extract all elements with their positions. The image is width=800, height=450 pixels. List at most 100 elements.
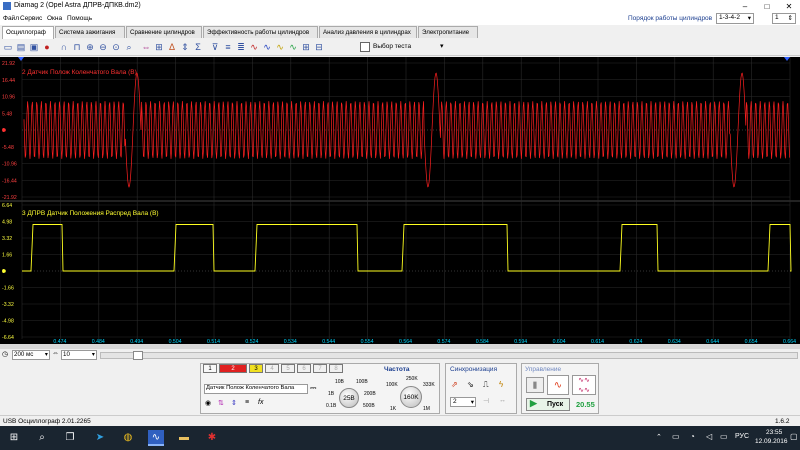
chart-icon[interactable]: ⫼ (526, 377, 544, 393)
folder-icon[interactable]: ▬ (176, 430, 192, 446)
close-button[interactable]: ✕ (778, 0, 800, 13)
filter-icon[interactable]: ⊽ (209, 41, 221, 53)
eye-icon[interactable]: ◉ (205, 399, 211, 407)
channel-remove-icon[interactable]: ≣ (235, 41, 247, 53)
wave-blue-icon[interactable]: ∿ (261, 41, 273, 53)
tab-power[interactable]: Электропитание (418, 26, 478, 38)
measure-icon[interactable]: ⊞ (153, 41, 165, 53)
chevron-down-icon[interactable]: ▾ (440, 42, 444, 50)
sync-channel-select[interactable]: 2 ▾ (450, 397, 476, 407)
network-icon[interactable]: ▭ (672, 432, 680, 441)
marker-icon[interactable]: ⇕ (179, 41, 191, 53)
sensor-select[interactable]: Датчик Полож Коленчатого Вала (204, 384, 308, 394)
freq-knob[interactable]: 160K (400, 386, 422, 408)
channel-button-5[interactable]: 5 (281, 364, 295, 373)
zoom-in-icon[interactable]: ⊕ (84, 41, 96, 53)
menu-help[interactable]: Помощь (67, 15, 92, 22)
channel-button-3[interactable]: 3 (249, 364, 263, 373)
tab-oscilloscope[interactable]: Осциллограф (2, 26, 54, 39)
cylinder-order-value: 1-3-4-2 (719, 14, 740, 21)
wave-green-icon[interactable]: ∿ (287, 41, 299, 53)
scroll-thumb[interactable] (133, 351, 143, 360)
menu-service[interactable]: Сервис (20, 15, 42, 22)
tab-cylinder-compare[interactable]: Сравнение цилиндров (126, 26, 202, 38)
clock-date[interactable]: 12.09.2016 (755, 438, 788, 445)
channel-button-8[interactable]: 8 (329, 364, 343, 373)
multi-wave-icon[interactable]: ∿∿ ∿∿ (572, 375, 596, 395)
test-list-icon (360, 42, 370, 52)
channel-button-6[interactable]: 6 (297, 364, 311, 373)
sigma-icon[interactable]: Σ (192, 41, 204, 53)
probe-icon[interactable]: ⎓ (310, 383, 316, 393)
invert-icon[interactable]: ⇅ (218, 399, 224, 407)
headphones-icon[interactable]: ∩ (58, 41, 70, 53)
notifications-icon[interactable]: ▢ (790, 432, 798, 441)
clock-time[interactable]: 23:55 (766, 429, 782, 436)
channel-add-icon[interactable]: ≡ (222, 41, 234, 53)
chevron-down-icon: ▾ (91, 351, 95, 358)
wifi-icon[interactable]: ◔ (690, 432, 695, 441)
falling-edge-icon[interactable]: ⇘ (467, 380, 474, 389)
channel-button-7[interactable]: 7 (313, 364, 327, 373)
tab-cylinder-efficiency[interactable]: Эффективность работы цилиндров (203, 26, 318, 38)
menu-file[interactable]: Файл (3, 15, 19, 22)
zoom-out-icon[interactable]: ⊖ (97, 41, 109, 53)
sine-wave-icon[interactable]: ∿ (547, 375, 569, 395)
language-indicator[interactable]: РУС (735, 433, 749, 440)
tab-pressure-analysis[interactable]: Анализ давления в цилиндрах (319, 26, 417, 38)
ruler-icon[interactable]: ⊟ (313, 41, 325, 53)
zoom-fit-icon[interactable]: ⊙ (110, 41, 122, 53)
delta-icon[interactable]: Δ (166, 41, 178, 53)
sync-arrows-icon[interactable]: ↔ (499, 397, 506, 404)
lines-icon[interactable]: ≡ (245, 399, 249, 406)
open-icon[interactable]: ▤ (15, 41, 27, 53)
frame-count-select[interactable]: 10 ▾ (61, 350, 97, 360)
channel-button-2[interactable]: 2 (219, 364, 247, 373)
menu-windows[interactable]: Окна (47, 15, 62, 22)
volume-icon[interactable]: ◁ (706, 432, 712, 441)
left-cursor-icon (18, 57, 24, 61)
record-icon[interactable]: ● (41, 41, 53, 53)
oscilloscope-display[interactable]: 21.9216.4410.965.480-5.48-10.96-16.44-21… (0, 57, 800, 344)
save-icon[interactable]: ▣ (28, 41, 40, 53)
function-icon[interactable]: fx (258, 399, 263, 406)
battery-icon[interactable]: ▭ (720, 432, 728, 441)
telegram-icon[interactable]: ➤ (92, 430, 108, 446)
test-select[interactable]: Выбор теста (373, 43, 411, 50)
start-button[interactable]: ▶ Пуск (526, 398, 570, 411)
pulse-icon[interactable]: ⎍ (483, 380, 489, 390)
timebase-select[interactable]: 200 мс ▾ (12, 350, 50, 360)
new-icon[interactable]: ▭ (2, 41, 14, 53)
fps-value: 20.55 (576, 400, 595, 409)
chrome-icon[interactable]: ◍ (120, 430, 136, 446)
freq-mark-333k: 333K (423, 382, 435, 388)
tab-ignition[interactable]: Система зажигания (55, 26, 125, 38)
freq-mark-1m: 1M (423, 406, 430, 412)
app-red-icon[interactable]: ✱ (204, 430, 220, 446)
search-icon[interactable]: ⌕ (34, 430, 50, 446)
channel-button-4[interactable]: 4 (265, 364, 279, 373)
horizontal-scrollbar[interactable] (100, 352, 798, 359)
cylinder-order-select[interactable]: 1-3-4-2 ▾ (716, 13, 754, 24)
channel-button-1[interactable]: 1 (203, 364, 217, 373)
wave-yellow-icon[interactable]: ∿ (274, 41, 286, 53)
position-icon[interactable]: ⇕ (231, 399, 237, 407)
tray-arrow-icon[interactable]: ⌃ (656, 433, 662, 441)
task-view-icon[interactable]: ❐ (62, 430, 78, 446)
zoom-area-icon[interactable]: ⌕ (123, 41, 135, 53)
maximize-button[interactable]: □ (756, 0, 778, 13)
wave-red-icon[interactable]: ∿ (248, 41, 260, 53)
volt-knob[interactable]: 25В (339, 388, 359, 408)
cylinder-count-stepper[interactable]: 1 ⇕ (772, 13, 796, 24)
diamag-icon[interactable]: ∿ (148, 430, 164, 446)
windows-start-icon[interactable]: ⊞ (6, 430, 22, 446)
table-icon[interactable]: ⊞ (300, 41, 312, 53)
start-label: Пуск (547, 401, 564, 408)
cursor-icon[interactable]: ⇔ (140, 41, 152, 53)
lightning-icon[interactable]: ϟ (499, 380, 503, 389)
rising-edge-icon[interactable]: ⇗ (451, 380, 458, 389)
sync-level-icon[interactable]: ⊣ (483, 397, 489, 405)
magnet-icon[interactable]: ⊓ (71, 41, 83, 53)
oscilloscope-svg[interactable]: 21.9216.4410.965.480-5.48-10.96-16.44-21… (0, 57, 800, 344)
minimize-button[interactable]: – (734, 0, 756, 13)
